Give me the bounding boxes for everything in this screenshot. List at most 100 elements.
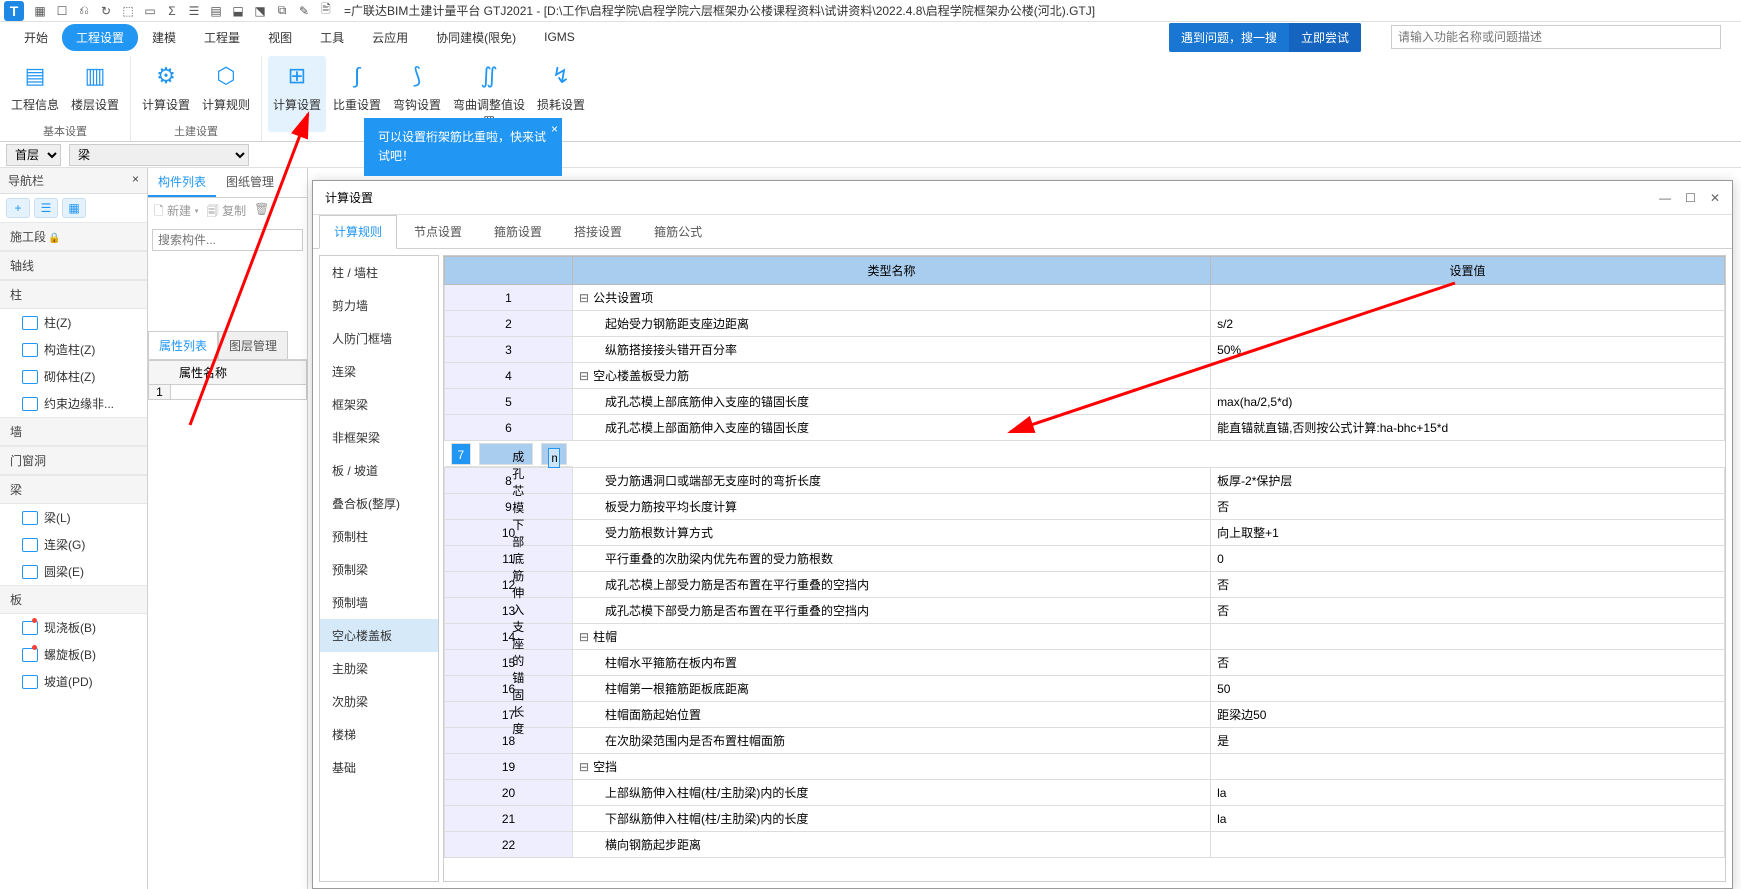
rule-value[interactable]: 否 [1211, 650, 1725, 676]
btn-project-info[interactable]: ▤工程信息 [6, 56, 64, 115]
tab-property-list[interactable]: 属性列表 [148, 331, 218, 359]
dlg-tab-calc-rules[interactable]: 计算规则 [319, 215, 397, 249]
nav-tool-add-icon[interactable]: + [6, 198, 30, 218]
close-button[interactable]: ✕ [1710, 191, 1720, 205]
category-item[interactable]: 次肋梁 [320, 685, 438, 718]
qat-icon[interactable]: 🖹 [318, 3, 334, 19]
component-search-input[interactable] [152, 229, 303, 251]
menu-quantity[interactable]: 工程量 [190, 24, 254, 51]
category-item[interactable]: 非框架梁 [320, 421, 438, 454]
category-item[interactable]: 预制柱 [320, 520, 438, 553]
rule-value[interactable]: max(ha/2,5*d) [1211, 389, 1725, 415]
menu-tools[interactable]: 工具 [306, 24, 358, 51]
btn-floor-settings[interactable]: ▥楼层设置 [66, 56, 124, 115]
category-item[interactable]: 预制梁 [320, 553, 438, 586]
rule-value[interactable]: 板厚-2*保护层 [1211, 468, 1725, 494]
rule-value[interactable]: 0 [1211, 546, 1725, 572]
qat-icon[interactable]: ⬚ [120, 3, 136, 19]
nav-sec-column[interactable]: 柱 [0, 280, 147, 309]
category-item[interactable]: 空心楼盖板 [320, 619, 438, 652]
minimize-button[interactable]: — [1659, 191, 1671, 205]
rule-value[interactable]: 能直锚就直锚,否则按公式计算:ha-bhc+15*d [1211, 415, 1725, 441]
maximize-button[interactable]: ☐ [1685, 191, 1696, 205]
dlg-tab-stirrup-formula[interactable]: 箍筋公式 [639, 215, 717, 248]
qat-icon[interactable]: ⎌ [76, 3, 92, 19]
category-item[interactable]: 框架梁 [320, 388, 438, 421]
btn-calc-settings-2[interactable]: ⊞计算设置 [268, 56, 326, 132]
rule-value[interactable] [1211, 285, 1725, 311]
dlg-tab-node[interactable]: 节点设置 [399, 215, 477, 248]
btn-calc-rules[interactable]: ⬡计算规则 [197, 56, 255, 115]
menu-view[interactable]: 视图 [254, 24, 306, 51]
rule-value[interactable]: 否 [1211, 494, 1725, 520]
rule-value[interactable]: 向上取整+1 [1211, 520, 1725, 546]
nav-sec-construction[interactable]: 施工段🔒 [0, 222, 147, 251]
dlg-tab-lap[interactable]: 搭接设置 [559, 215, 637, 248]
rule-value[interactable]: 否 [1211, 572, 1725, 598]
dlg-tab-stirrup[interactable]: 箍筋设置 [479, 215, 557, 248]
nav-item-edge[interactable]: 约束边缘非... [0, 390, 147, 417]
qat-icon[interactable]: ↻ [98, 3, 114, 19]
qat-icon[interactable]: ✎ [296, 3, 312, 19]
menu-project-settings[interactable]: 工程设置 [62, 24, 138, 51]
new-button[interactable]: 🗋 新建 ▾ [154, 202, 199, 223]
menu-start[interactable]: 开始 [10, 24, 62, 51]
category-item[interactable]: 柱 / 墙柱 [320, 256, 438, 289]
help-try-button[interactable]: 立即尝试 [1289, 23, 1361, 52]
rule-value[interactable] [1211, 754, 1725, 780]
qat-icon[interactable]: ⬔ [252, 3, 268, 19]
qat-icon[interactable]: ⧉ [274, 3, 290, 19]
category-item[interactable]: 楼梯 [320, 718, 438, 751]
tab-drawing-mgmt[interactable]: 图纸管理 [216, 168, 284, 197]
menu-model[interactable]: 建模 [138, 24, 190, 51]
rule-value-input[interactable] [548, 448, 559, 468]
nav-tool-list-icon[interactable]: ☰ [34, 198, 58, 218]
category-item[interactable]: 人防门框墙 [320, 322, 438, 355]
rule-value[interactable] [1211, 832, 1725, 858]
component-type-select[interactable]: 梁 [69, 144, 249, 166]
nav-item-constr-column[interactable]: 构造柱(Z) [0, 336, 147, 363]
qat-icon[interactable]: ▤ [208, 3, 224, 19]
category-item[interactable]: 剪力墙 [320, 289, 438, 322]
qat-icon[interactable]: ▭ [142, 3, 158, 19]
nav-sec-axis[interactable]: 轴线 [0, 251, 147, 280]
qat-icon[interactable]: ☰ [186, 3, 202, 19]
tab-component-list[interactable]: 构件列表 [148, 168, 216, 197]
nav-item-ramp[interactable]: 坡道(PD) [0, 668, 147, 695]
rule-value[interactable]: 距梁边50 [1211, 702, 1725, 728]
category-item[interactable]: 叠合板(整厚) [320, 487, 438, 520]
category-item[interactable]: 主肋梁 [320, 652, 438, 685]
rule-value[interactable]: s/2 [1211, 311, 1725, 337]
copy-button[interactable]: 🗐 复制 [207, 202, 246, 223]
rule-value[interactable] [1211, 624, 1725, 650]
feature-search-input[interactable] [1391, 25, 1721, 49]
nav-sec-wall[interactable]: 墙 [0, 417, 147, 446]
nav-sec-slab[interactable]: 板 [0, 585, 147, 614]
floor-select[interactable]: 首层 [6, 144, 61, 166]
category-item[interactable]: 预制墙 [320, 586, 438, 619]
nav-sec-beam[interactable]: 梁 [0, 475, 147, 504]
rule-value[interactable] [541, 443, 566, 465]
qat-icon[interactable]: ☐ [54, 3, 70, 19]
rule-value[interactable] [1211, 363, 1725, 389]
btn-calc-settings[interactable]: ⚙计算设置 [137, 56, 195, 115]
close-icon[interactable]: × [132, 172, 139, 189]
nav-item-link-beam[interactable]: 连梁(G) [0, 531, 147, 558]
qat-icon[interactable]: ▦ [32, 3, 48, 19]
nav-item-spiral-slab[interactable]: 螺旋板(B) [0, 641, 147, 668]
nav-item-column[interactable]: 柱(Z) [0, 309, 147, 336]
qat-icon[interactable]: Σ [164, 3, 180, 19]
category-item[interactable]: 连梁 [320, 355, 438, 388]
rule-value[interactable]: la [1211, 780, 1725, 806]
rule-value[interactable]: 50% [1211, 337, 1725, 363]
menu-coop[interactable]: 协同建模(限免) [422, 24, 530, 51]
category-item[interactable]: 板 / 坡道 [320, 454, 438, 487]
rule-value[interactable]: 50 [1211, 676, 1725, 702]
nav-tool-grid-icon[interactable]: ▦ [62, 198, 86, 218]
rule-value[interactable]: 是 [1211, 728, 1725, 754]
menu-cloud[interactable]: 云应用 [358, 24, 422, 51]
close-icon[interactable]: × [551, 120, 558, 139]
rule-value[interactable]: 否 [1211, 598, 1725, 624]
tab-layer-mgmt[interactable]: 图层管理 [218, 331, 288, 359]
nav-item-masonry-column[interactable]: 砌体柱(Z) [0, 363, 147, 390]
